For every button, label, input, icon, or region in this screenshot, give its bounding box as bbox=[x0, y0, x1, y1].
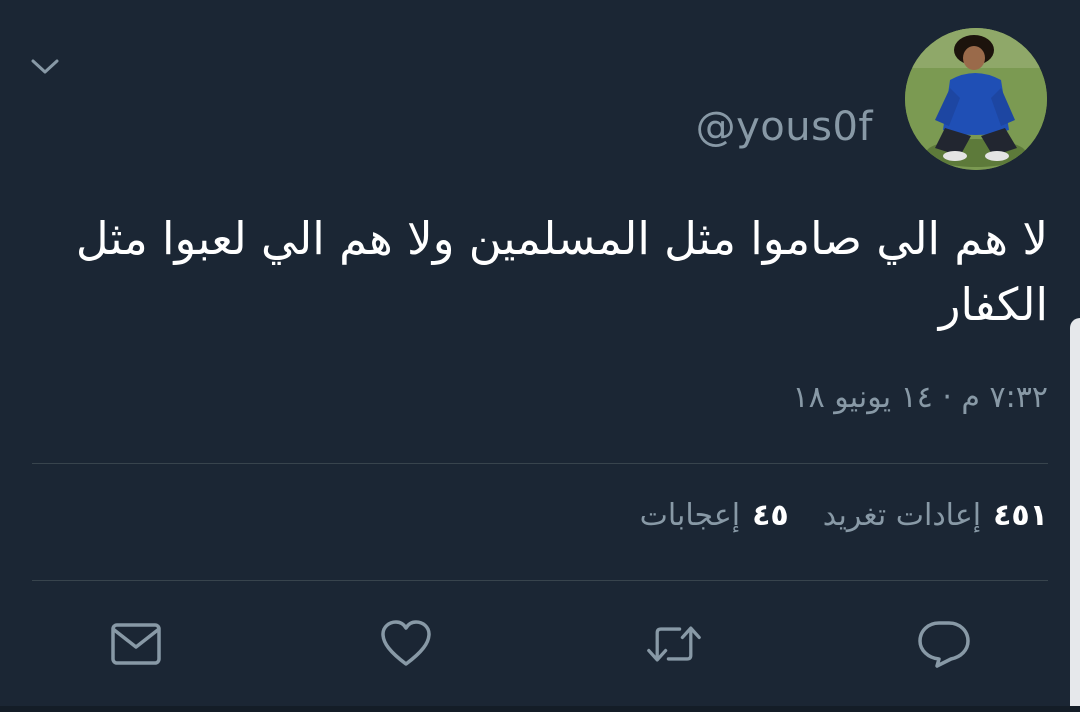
retweets-count: ٤٥١ bbox=[993, 498, 1048, 533]
retweet-icon[interactable] bbox=[646, 616, 702, 672]
retweets-label: إعادات تغريد bbox=[822, 498, 982, 533]
likes-count: ٤٥ bbox=[752, 498, 789, 533]
tweet-stats: ٤٥١ إعادات تغريد ٤٥ إعجابات bbox=[640, 498, 1048, 533]
divider bbox=[32, 580, 1048, 581]
retweets-stat[interactable]: ٤٥١ إعادات تغريد bbox=[823, 498, 1048, 533]
tweet-detail-view: @yous0f لا هم الي صاموا مثل المسلمين ولا… bbox=[0, 0, 1080, 712]
divider bbox=[32, 463, 1048, 464]
user-handle[interactable]: @yous0f bbox=[696, 104, 873, 150]
avatar[interactable] bbox=[905, 28, 1047, 170]
scrollbar[interactable] bbox=[1070, 318, 1080, 712]
likes-stat[interactable]: ٤٥ إعجابات bbox=[640, 498, 789, 533]
chevron-down-icon[interactable] bbox=[26, 50, 64, 84]
heart-icon[interactable] bbox=[378, 616, 434, 672]
envelope-icon[interactable] bbox=[108, 616, 164, 672]
tweet-timestamp: ٧:٣٢ م · ١٤ يونيو ١٨ bbox=[792, 380, 1048, 415]
reply-bubble-icon[interactable] bbox=[916, 616, 972, 672]
bottom-edge bbox=[0, 706, 1080, 712]
likes-label: إعجابات bbox=[639, 498, 741, 533]
tweet-text: لا هم الي صاموا مثل المسلمين ولا هم الي … bbox=[75, 212, 1048, 331]
